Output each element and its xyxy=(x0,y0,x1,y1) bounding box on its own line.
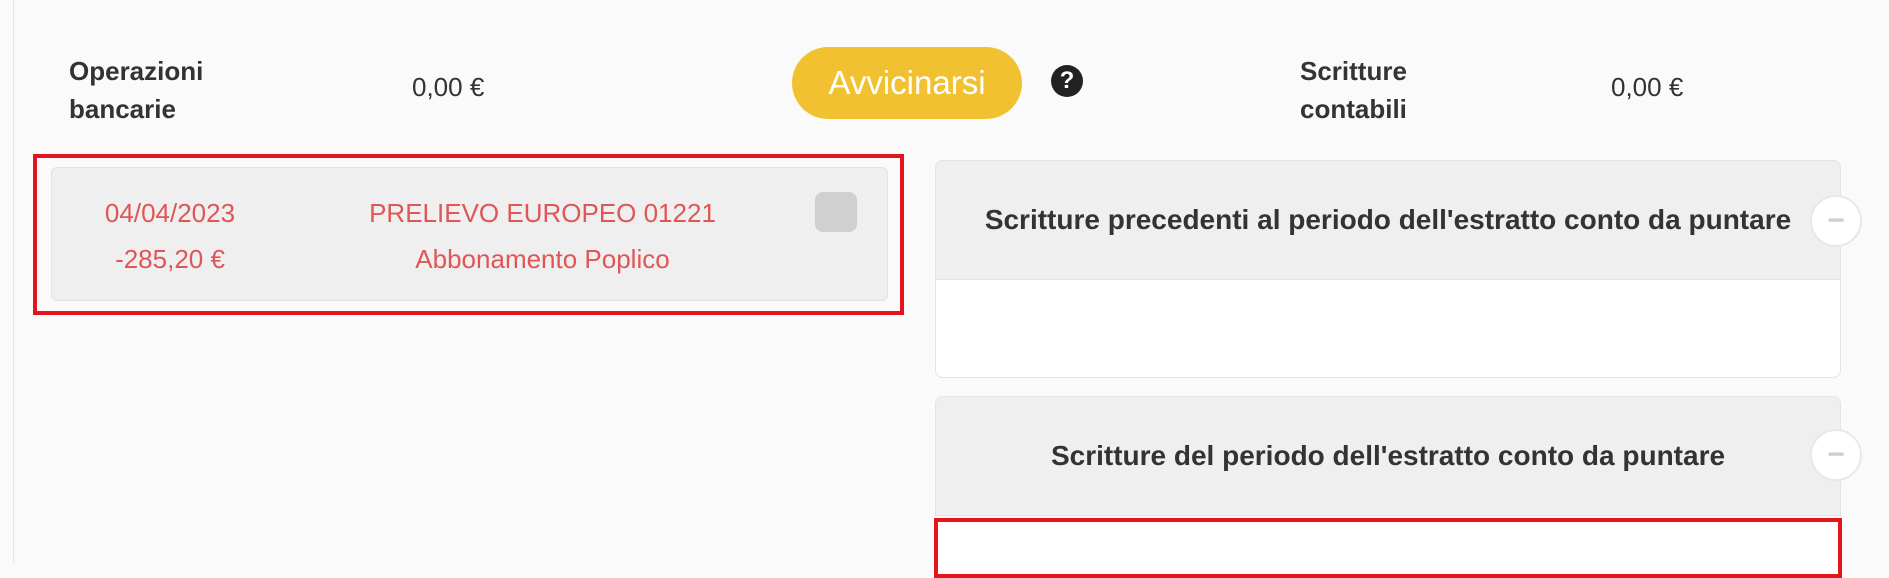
previous-entries-panel-title: Scritture precedenti al periodo dell'est… xyxy=(984,204,1792,235)
transaction-card[interactable] xyxy=(51,167,888,301)
collapse-previous-entries-icon[interactable]: − xyxy=(1810,195,1862,247)
transaction-subdescription: Abbonamento Poplico xyxy=(415,244,670,274)
period-entries-panel-title: Scritture del periodo dell'estratto cont… xyxy=(1050,440,1726,471)
bank-operations-amount: 0,00 € xyxy=(412,72,485,102)
help-icon[interactable]: ? xyxy=(1051,65,1083,97)
accounting-entries-amount: 0,00 € xyxy=(1611,72,1684,102)
previous-entries-panel-body xyxy=(935,280,1841,378)
period-entries-highlight xyxy=(934,518,1842,578)
previous-entries-panel-header[interactable]: Scritture precedenti al periodo dell'est… xyxy=(935,160,1841,280)
transaction-description: PRELIEVO EUROPEO 01221 xyxy=(369,198,716,228)
accounting-entries-label-line1: Scritture xyxy=(1300,56,1407,86)
period-entries-panel-header[interactable]: Scritture del periodo dell'estratto cont… xyxy=(935,396,1841,516)
transaction-amount: -285,20 € xyxy=(115,244,225,274)
bank-operations-label: Operazioni bancarie xyxy=(69,52,203,128)
collapse-period-entries-icon[interactable]: − xyxy=(1810,429,1862,481)
accounting-entries-label: Scritture contabili xyxy=(1300,52,1407,128)
approach-button[interactable]: Avvicinarsi xyxy=(792,47,1022,119)
accounting-entries-label-line2: contabili xyxy=(1300,94,1407,124)
bank-operations-label-line1: Operazioni xyxy=(69,56,204,86)
bank-operations-label-line2: bancarie xyxy=(69,94,176,124)
transaction-date: 04/04/2023 xyxy=(104,198,236,228)
transaction-checkbox[interactable] xyxy=(815,192,857,232)
